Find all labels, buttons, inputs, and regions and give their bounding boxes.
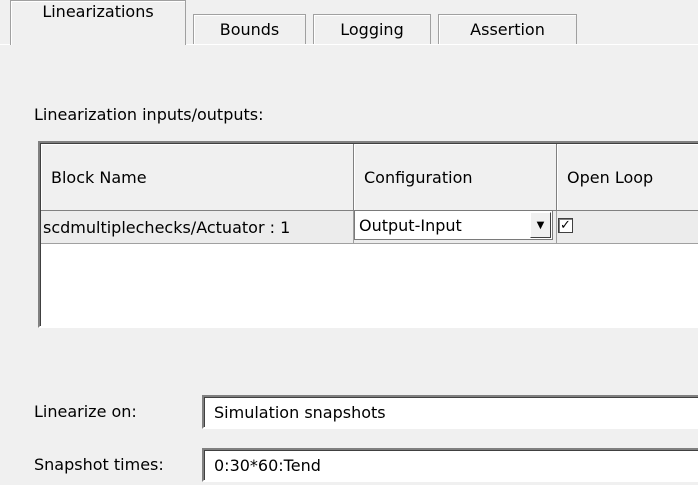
cell-block-name[interactable]: scdmultiplechecks/Actuator : 1 — [41, 211, 354, 244]
tab-strip-edge — [186, 44, 698, 45]
column-header-open-loop[interactable]: Open Loop — [557, 144, 698, 211]
snapshot-times-value: 0:30*60:Tend — [214, 455, 321, 475]
linearize-on-field[interactable]: Simulation snapshots — [202, 395, 698, 429]
column-header-block-name[interactable]: Block Name — [41, 144, 354, 211]
tab-bounds[interactable]: Bounds — [193, 14, 306, 44]
block-name-text: scdmultiplechecks/Actuator : 1 — [43, 217, 291, 237]
tab-label: Linearizations — [42, 1, 154, 21]
io-section-label: Linearization inputs/outputs: — [34, 105, 264, 124]
column-header-label: Open Loop — [567, 167, 654, 187]
configuration-dropdown[interactable]: Output-Input ▼ — [354, 210, 553, 240]
tab-strip-edge — [0, 44, 10, 45]
open-loop-checkbox[interactable]: ✓ — [558, 218, 573, 233]
tab-label: Bounds — [219, 20, 280, 39]
tab-linearizations[interactable]: Linearizations — [10, 0, 186, 45]
column-header-label: Block Name — [51, 167, 147, 187]
tab-assertion[interactable]: Assertion — [438, 14, 577, 44]
tab-label: Assertion — [470, 20, 545, 39]
configuration-value: Output-Input — [359, 215, 462, 235]
check-icon: ✓ — [560, 218, 571, 233]
linearize-on-label: Linearize on: — [34, 402, 137, 421]
linearize-on-value: Simulation snapshots — [214, 402, 386, 422]
column-header-label: Configuration — [364, 167, 473, 187]
tab-logging[interactable]: Logging — [313, 14, 431, 44]
column-header-configuration[interactable]: Configuration — [354, 144, 557, 211]
tab-label: Logging — [340, 20, 404, 39]
snapshot-times-label: Snapshot times: — [34, 455, 164, 474]
chevron-down-icon[interactable]: ▼ — [530, 212, 551, 238]
snapshot-times-input[interactable]: 0:30*60:Tend — [202, 448, 698, 482]
cell-open-loop[interactable] — [557, 211, 698, 244]
